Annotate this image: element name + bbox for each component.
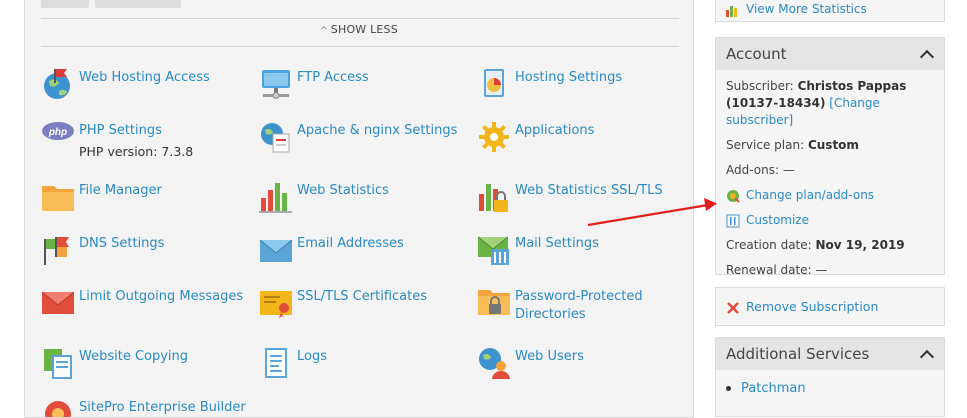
annotation-arrow <box>587 198 717 227</box>
